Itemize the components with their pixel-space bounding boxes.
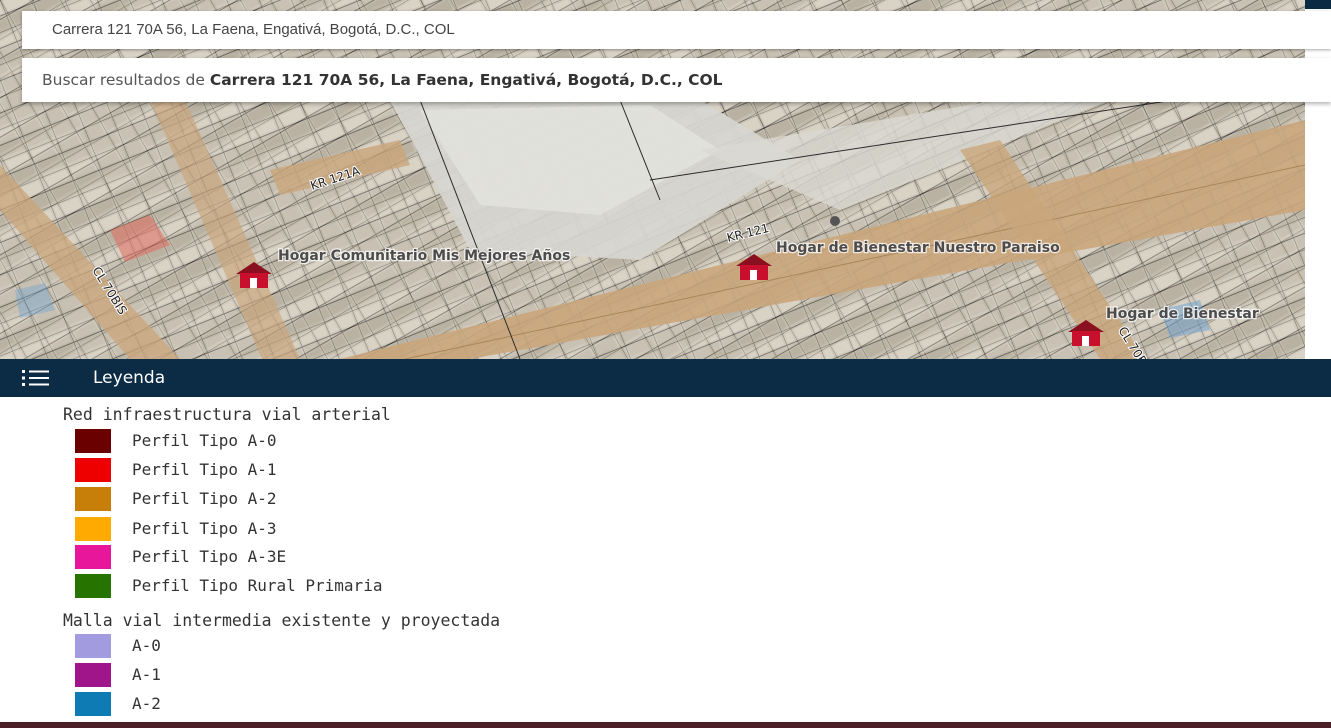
map-edge xyxy=(1305,0,1331,359)
legend-group-title: Malla vial intermedia existente y proyec… xyxy=(63,611,501,630)
satellite-imagery: KR 121A KR 121 CL 70BIS CL 70B Hogar Com… xyxy=(0,0,1305,359)
map-view[interactable]: KR 121A KR 121 CL 70BIS CL 70B Hogar Com… xyxy=(0,0,1305,359)
legend-swatch xyxy=(75,517,111,541)
legend-item-label: Perfil Tipo A-0 xyxy=(132,431,277,450)
suggestion-prefix: Buscar resultados de xyxy=(42,71,210,89)
bottom-edge xyxy=(0,722,1331,728)
legend-title: Leyenda xyxy=(93,368,166,388)
poi-label-mis-mejores-anos: Hogar Comunitario Mis Mejores Años xyxy=(278,248,570,264)
legend-item-label: Perfil Tipo Rural Primaria xyxy=(132,576,383,595)
legend-group-title: Red infraestructura vial arterial xyxy=(63,405,391,424)
legend-swatch xyxy=(75,458,111,482)
suggestion-query: Carrera 121 70A 56, La Faena, Engativá, … xyxy=(209,71,723,89)
legend-item-label: Perfil Tipo A-3 xyxy=(132,519,277,538)
legend-item-label: A-2 xyxy=(132,694,161,713)
legend-panel: Red infraestructura vial arterial Perfil… xyxy=(0,397,1331,722)
legend-item-label: A-0 xyxy=(132,636,161,655)
legend-swatch xyxy=(75,574,111,598)
search-input-value: Carrera 121 70A 56, La Faena, Engativá, … xyxy=(52,21,455,38)
legend-swatch xyxy=(75,487,111,511)
search-input[interactable]: Carrera 121 70A 56, La Faena, Engativá, … xyxy=(22,11,1331,49)
list-icon[interactable] xyxy=(22,369,50,387)
poi-label-nuestro-paraiso: Hogar de Bienestar Nuestro Paraiso xyxy=(776,240,1060,256)
legend-item-label: Perfil Tipo A-1 xyxy=(132,460,277,479)
legend-swatch xyxy=(75,545,111,569)
location-pin[interactable] xyxy=(830,216,840,226)
search-suggestion[interactable]: Buscar resultados de Carrera 121 70A 56,… xyxy=(22,58,1331,102)
legend-header[interactable]: Leyenda xyxy=(0,359,1331,397)
legend-swatch xyxy=(75,663,111,687)
legend-swatch xyxy=(75,692,111,716)
legend-item-label: A-1 xyxy=(132,665,161,684)
poi-label-hogar-de-bienestar: Hogar de Bienestar xyxy=(1106,306,1259,322)
legend-item-label: Perfil Tipo A-2 xyxy=(132,489,277,508)
legend-item-label: Perfil Tipo A-3E xyxy=(132,547,287,566)
legend-swatch xyxy=(75,429,111,453)
legend-swatch xyxy=(75,634,111,658)
